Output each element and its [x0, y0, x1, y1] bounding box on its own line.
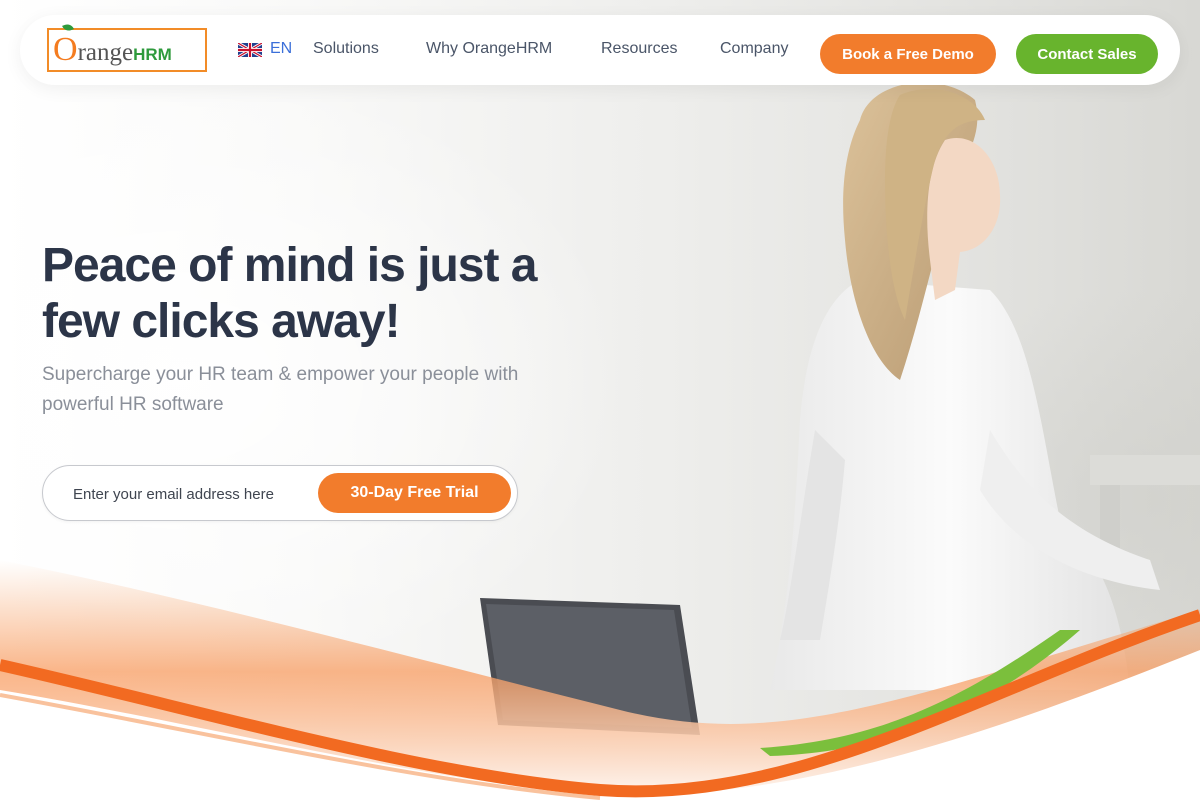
language-selector[interactable]: EN	[270, 40, 292, 58]
nav-company[interactable]: Company	[720, 40, 788, 58]
nav-resources[interactable]: Resources	[601, 40, 677, 58]
logo-o-letter: O	[53, 31, 78, 68]
book-demo-button[interactable]: Book a Free Demo	[820, 34, 996, 74]
contact-sales-button[interactable]: Contact Sales	[1016, 34, 1158, 74]
hero-title: Peace of mind is just a few clicks away!	[42, 239, 538, 348]
uk-flag-icon[interactable]	[238, 43, 262, 57]
site-header: O range HRM EN Solutions Why OrangeHRM R…	[20, 15, 1180, 85]
nav-why-orangehrm[interactable]: Why OrangeHRM	[426, 40, 552, 58]
nav-solutions[interactable]: Solutions	[313, 40, 379, 58]
free-trial-button[interactable]: 30-Day Free Trial	[318, 473, 511, 513]
orangehrm-logo[interactable]: O range HRM	[47, 22, 207, 72]
email-input[interactable]	[73, 480, 313, 508]
trial-signup-form: 30-Day Free Trial	[42, 465, 518, 521]
logo-hrm: HRM	[133, 44, 172, 64]
hero-subtitle: Supercharge your HR team & empower your …	[42, 364, 519, 415]
logo-wordmark: range	[77, 38, 134, 66]
decorative-waves	[0, 560, 1200, 808]
